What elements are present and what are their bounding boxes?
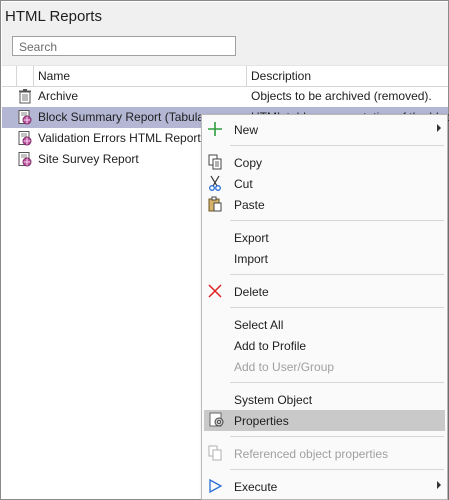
menu-label: Copy bbox=[234, 156, 263, 170]
copy-icon bbox=[208, 154, 222, 170]
menu-label: Paste bbox=[234, 198, 265, 212]
item-name: Block Summary Report (Tabula bbox=[38, 110, 205, 124]
context-menu: New Copy Cut Paste Export Import Delete … bbox=[201, 114, 448, 500]
trash-icon bbox=[19, 89, 31, 104]
title-bar: HTML Reports bbox=[2, 2, 448, 32]
search-input[interactable] bbox=[17, 38, 231, 56]
menu-separator bbox=[230, 274, 444, 275]
menu-label: New bbox=[234, 123, 259, 137]
menu-label: Cut bbox=[234, 177, 253, 191]
properties-gear-icon bbox=[209, 412, 224, 427]
item-name: Archive bbox=[38, 89, 79, 103]
delete-x-icon bbox=[208, 284, 222, 298]
menu-separator bbox=[230, 469, 444, 470]
menu-item-add-to-user-group: Add to User/Group bbox=[202, 356, 447, 377]
menu-item-add-to-profile[interactable]: Add to Profile bbox=[202, 335, 447, 356]
menu-item-select-all[interactable]: Select All bbox=[202, 314, 447, 335]
description-column-label: Description bbox=[251, 69, 312, 83]
toolbar bbox=[2, 32, 448, 65]
search-box[interactable] bbox=[12, 36, 236, 56]
menu-item-new[interactable]: New bbox=[202, 119, 447, 140]
item-description: Objects to be archived (removed). bbox=[251, 89, 432, 103]
paste-icon bbox=[208, 196, 222, 212]
html-report-icon bbox=[18, 110, 32, 125]
menu-item-system-object[interactable]: System Object bbox=[202, 389, 447, 410]
play-icon bbox=[209, 478, 223, 494]
menu-item-import[interactable]: Import bbox=[202, 248, 447, 269]
name-column-label: Name bbox=[38, 69, 71, 83]
menu-item-cut[interactable]: Cut bbox=[202, 173, 447, 194]
menu-separator bbox=[230, 220, 444, 221]
html-report-icon bbox=[18, 152, 32, 167]
menu-separator bbox=[230, 145, 444, 146]
list-header: Name Description bbox=[2, 65, 448, 87]
menu-label: Export bbox=[234, 231, 269, 245]
menu-label: Select All bbox=[234, 318, 284, 332]
menu-label: Execute bbox=[234, 480, 278, 494]
menu-separator bbox=[230, 382, 444, 383]
menu-item-copy[interactable]: Copy bbox=[202, 152, 447, 173]
icon-column-header[interactable] bbox=[2, 66, 17, 86]
menu-label: Properties bbox=[234, 414, 289, 428]
menu-label: Import bbox=[234, 252, 269, 266]
plus-icon bbox=[208, 122, 222, 136]
html-report-icon bbox=[18, 131, 32, 146]
scissors-icon bbox=[209, 175, 221, 191]
menu-label: Referenced object properties bbox=[234, 447, 389, 461]
description-column-header[interactable]: Description bbox=[247, 66, 448, 86]
flag-column-header[interactable] bbox=[17, 66, 34, 86]
menu-label: Delete bbox=[234, 285, 269, 299]
menu-label: Add to User/Group bbox=[234, 360, 335, 374]
menu-label: System Object bbox=[234, 393, 313, 407]
menu-item-properties[interactable]: Properties bbox=[204, 410, 445, 431]
menu-separator bbox=[230, 307, 444, 308]
list-item[interactable]: Archive Objects to be archived (removed)… bbox=[2, 86, 448, 107]
menu-separator bbox=[230, 436, 444, 437]
menu-item-delete[interactable]: Delete bbox=[202, 281, 447, 302]
item-name: Validation Errors HTML Report bbox=[38, 131, 201, 145]
name-column-header[interactable]: Name bbox=[34, 66, 247, 86]
menu-item-export[interactable]: Export bbox=[202, 227, 447, 248]
item-name: Site Survey Report bbox=[38, 152, 139, 166]
menu-item-execute[interactable]: Execute bbox=[202, 476, 447, 497]
submenu-arrow-icon bbox=[437, 124, 441, 132]
menu-item-referenced-properties: Referenced object properties bbox=[202, 443, 447, 464]
referenced-properties-icon bbox=[208, 445, 222, 461]
submenu-arrow-icon bbox=[437, 481, 441, 489]
window-title: HTML Reports bbox=[5, 8, 102, 25]
menu-label: Add to Profile bbox=[234, 339, 307, 353]
menu-item-paste[interactable]: Paste bbox=[202, 194, 447, 215]
